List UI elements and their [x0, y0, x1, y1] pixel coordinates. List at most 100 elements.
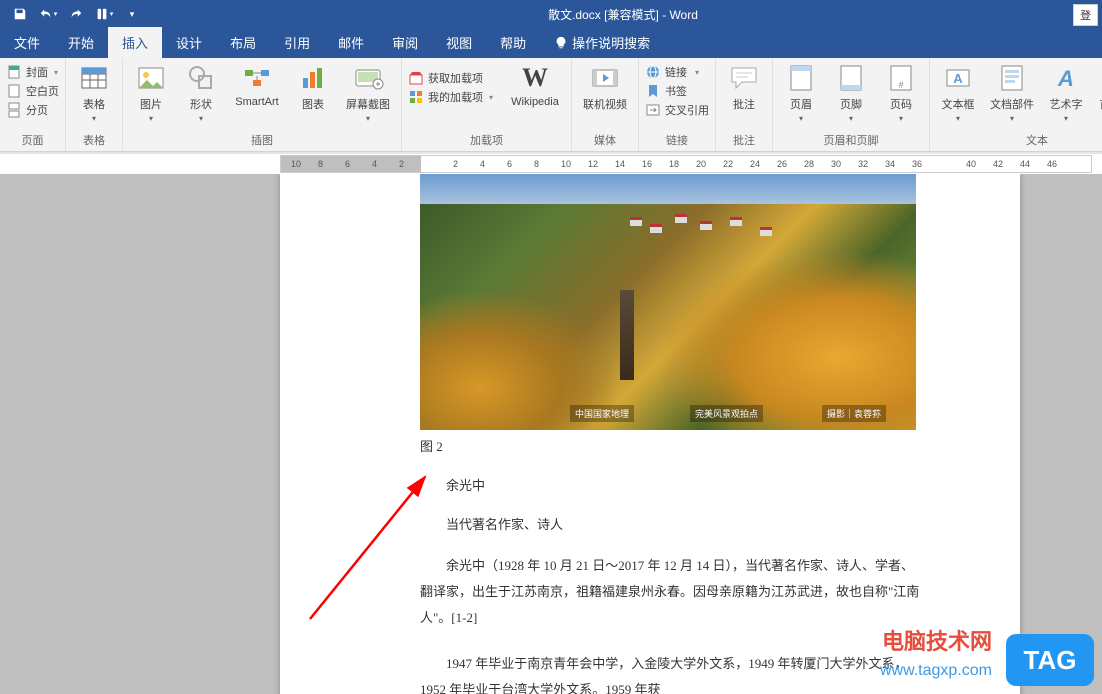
- comment-button[interactable]: 批注: [722, 62, 766, 112]
- save-button[interactable]: [8, 2, 32, 26]
- tab-home[interactable]: 开始: [54, 27, 108, 58]
- cross-ref-icon: [645, 102, 661, 118]
- page-number-icon: #: [885, 62, 917, 94]
- qat-customize-button[interactable]: ▾: [120, 2, 144, 26]
- group-label-addins: 加载项: [408, 130, 565, 151]
- page-break-button[interactable]: 分页: [6, 102, 59, 118]
- store-icon: [408, 70, 424, 86]
- doc-heading-2: 当代著名作家、诗人: [420, 514, 920, 533]
- group-label-headerfooter: 页眉和页脚: [779, 130, 923, 151]
- header-button[interactable]: 页眉▾: [779, 62, 823, 123]
- tab-review[interactable]: 审阅: [378, 27, 432, 58]
- wordart-button[interactable]: A 艺术字▾: [1044, 62, 1088, 123]
- footer-icon: [835, 62, 867, 94]
- doc-paragraph-1: 余光中（1928 年 10 月 21 日～2017 年 12 月 14 日），当…: [420, 553, 920, 631]
- undo-button[interactable]: ▾: [36, 2, 60, 26]
- login-button[interactable]: 登: [1073, 4, 1098, 26]
- screenshot-icon: [352, 62, 384, 94]
- footer-button[interactable]: 页脚▾: [829, 62, 873, 123]
- svg-text:A: A: [953, 71, 963, 86]
- window-title: 散文.docx [兼容模式] - Word: [144, 6, 1102, 23]
- page-break-icon: [6, 102, 22, 118]
- table-icon: [78, 62, 110, 94]
- chart-button[interactable]: 图表: [291, 62, 335, 112]
- quick-parts-button[interactable]: 文档部件▾: [986, 62, 1038, 123]
- redo-button[interactable]: [64, 2, 88, 26]
- ruler-area: 1086422468101214161820222426283032343640…: [0, 154, 1102, 174]
- my-addins-button[interactable]: 我的加载项▾: [408, 89, 493, 105]
- tab-help[interactable]: 帮助: [486, 27, 540, 58]
- pictures-icon: [135, 62, 167, 94]
- image-badge-right: 摄影｜袁蓉荪: [822, 405, 886, 422]
- tab-view[interactable]: 视图: [432, 27, 486, 58]
- svg-text:A: A: [1057, 66, 1074, 91]
- smartart-icon: [241, 62, 273, 94]
- ribbon-tabs: 文件 开始 插入 设计 布局 引用 邮件 审阅 视图 帮助 操作说明搜索: [0, 28, 1102, 58]
- textbox-icon: A: [942, 62, 974, 94]
- tab-tell-me[interactable]: 操作说明搜索: [540, 27, 664, 58]
- page-number-button[interactable]: # 页码▾: [879, 62, 923, 123]
- cross-ref-button[interactable]: 交叉引用: [645, 102, 709, 118]
- group-pages: 封面▾ 空白页 分页 页面: [0, 58, 66, 151]
- image-badge-mid: 完美风景观拍点: [690, 405, 763, 422]
- quick-parts-icon: [996, 62, 1028, 94]
- link-button[interactable]: 链接▾: [645, 64, 709, 80]
- group-label-media: 媒体: [578, 130, 632, 151]
- tab-file[interactable]: 文件: [0, 27, 54, 58]
- document-image[interactable]: 中国国家地理 完美风景观拍点 摄影｜袁蓉荪: [420, 174, 916, 430]
- group-text: A 文本框▾ 文档部件▾ A 艺术字▾ A 首字下 文本: [930, 58, 1102, 151]
- group-tables: 表格▾ 表格: [66, 58, 123, 151]
- bookmark-button[interactable]: 书签: [645, 83, 709, 99]
- quick-access-toolbar: ▾ ▾ ▾: [0, 2, 144, 26]
- document-area: 中国国家地理 完美风景观拍点 摄影｜袁蓉荪 图 2 余光中 当代著名作家、诗人 …: [0, 174, 1102, 694]
- cover-page-button[interactable]: 封面▾: [6, 64, 59, 80]
- doc-heading-1: 余光中: [420, 475, 920, 494]
- blank-page-button[interactable]: 空白页: [6, 83, 59, 99]
- link-icon: [645, 64, 661, 80]
- tab-layout[interactable]: 布局: [216, 27, 270, 58]
- screenshot-button[interactable]: 屏幕截图▾: [341, 62, 395, 123]
- wikipedia-icon: W: [519, 62, 551, 94]
- wordart-icon: A: [1050, 62, 1082, 94]
- ribbon: 封面▾ 空白页 分页 页面 表格▾ 表格 图片▾ 形状▾: [0, 58, 1102, 152]
- addins-icon: [408, 89, 424, 105]
- header-icon: [785, 62, 817, 94]
- svg-text:#: #: [899, 80, 904, 90]
- textbox-button[interactable]: A 文本框▾: [936, 62, 980, 123]
- table-button[interactable]: 表格▾: [72, 62, 116, 123]
- get-addins-button[interactable]: 获取加载项: [408, 70, 493, 86]
- chart-icon: [297, 62, 329, 94]
- pictures-button[interactable]: 图片▾: [129, 62, 173, 123]
- online-video-button[interactable]: 联机视频: [578, 62, 632, 112]
- group-label-comments: 批注: [722, 130, 766, 151]
- tab-references[interactable]: 引用: [270, 27, 324, 58]
- watermark-url: www.tagxp.com: [880, 662, 992, 680]
- bookmark-icon: [645, 83, 661, 99]
- group-label-tables: 表格: [72, 130, 116, 151]
- blank-page-icon: [6, 83, 22, 99]
- group-links: 链接▾ 书签 交叉引用 链接: [639, 58, 716, 151]
- tab-mailings[interactable]: 邮件: [324, 27, 378, 58]
- title-bar: ▾ ▾ ▾ 散文.docx [兼容模式] - Word 登: [0, 0, 1102, 28]
- lightbulb-icon: [554, 36, 568, 50]
- wikipedia-button[interactable]: W Wikipedia: [505, 62, 565, 108]
- group-addins: 获取加载项 我的加载项▾ W Wikipedia 加载项: [402, 58, 572, 151]
- tab-design[interactable]: 设计: [162, 27, 216, 58]
- shapes-button[interactable]: 形状▾: [179, 62, 223, 123]
- group-label-links: 链接: [645, 130, 709, 151]
- drop-cap-button[interactable]: A 首字下: [1094, 62, 1102, 112]
- touch-mode-button[interactable]: ▾: [92, 2, 116, 26]
- group-media: 联机视频 媒体: [572, 58, 639, 151]
- image-caption: 图 2: [420, 436, 920, 455]
- video-icon: [589, 62, 621, 94]
- tab-insert[interactable]: 插入: [108, 27, 162, 58]
- watermark-text: 电脑技术网: [882, 624, 992, 656]
- tag-badge: TAG: [1006, 634, 1094, 686]
- smartart-button[interactable]: SmartArt: [229, 62, 285, 108]
- doc-paragraph-2: 1947 年毕业于南京青年会中学，入金陵大学外文系，1949 年转厦门大学外文系…: [420, 651, 920, 694]
- horizontal-ruler[interactable]: 1086422468101214161820222426283032343640…: [280, 155, 1092, 173]
- group-illustrations: 图片▾ 形状▾ SmartArt 图表 屏幕截图▾ 插图: [123, 58, 402, 151]
- group-comments: 批注 批注: [716, 58, 773, 151]
- group-label-text: 文本: [936, 130, 1102, 151]
- shapes-icon: [185, 62, 217, 94]
